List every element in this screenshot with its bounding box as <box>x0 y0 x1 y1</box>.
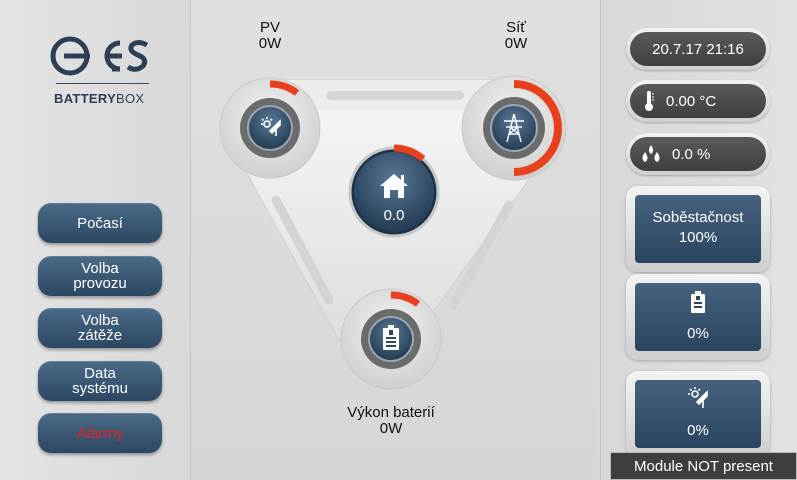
battery-icon <box>383 325 399 350</box>
datetime-pill: 20.7.17 21:16 <box>626 28 770 70</box>
nav-weather-button[interactable]: Počasí <box>38 203 162 243</box>
sidebar: BATTERYBOX Počasí Volba provozu Volba zá… <box>0 0 191 480</box>
self-sufficiency-value: 100% <box>678 229 718 246</box>
nav-alarms-button[interactable]: Alarmy <box>38 413 162 453</box>
battery-level-icon <box>691 291 705 313</box>
battery-node[interactable] <box>340 288 442 390</box>
temperature-text: 0.00 °C <box>666 92 717 110</box>
energy-flow-panel: PV 0W Síť 0W Výkon baterií 0W 0.0 <box>191 0 599 480</box>
pv-node[interactable] <box>219 77 321 179</box>
humidity-text: 0.0 % <box>672 145 711 163</box>
flow-diagram: 0.0 <box>219 75 567 390</box>
home-node[interactable]: 0.0 <box>348 144 440 238</box>
thermometer-icon <box>645 91 654 111</box>
status-panel: 20.7.17 21:16 0.00 °C 0.0 % Soběstačnost <box>600 0 797 480</box>
self-sufficiency-card: Soběstačnost 100% <box>626 186 770 272</box>
pv-level-value: 0% <box>687 422 709 439</box>
module-status-text: Module NOT present <box>634 457 773 475</box>
nav-operation-mode-button[interactable]: Volba provozu <box>38 256 162 296</box>
temperature-pill: 0.00 °C <box>626 80 770 122</box>
self-sufficiency-title: Soběstačnost <box>652 209 744 226</box>
battery-level-value: 0% <box>687 325 709 342</box>
pv-grid-connector <box>326 91 464 100</box>
nav-system-data-button[interactable]: Data systému <box>38 361 162 401</box>
battery-level-card: 0% <box>626 274 770 360</box>
grid-node[interactable] <box>461 75 567 181</box>
nav-load-selection-button[interactable]: Volba zátěže <box>38 308 162 348</box>
datetime-text: 20.7.17 21:16 <box>652 40 744 58</box>
module-status-bar: Module NOT present <box>610 452 797 480</box>
solar-panel-icon <box>688 387 708 408</box>
product-name: BATTERYBOX <box>54 91 145 106</box>
pv-level-card: 0% <box>626 371 770 457</box>
logo-divider <box>56 83 149 84</box>
home-value: 0.0 <box>384 207 405 224</box>
ges-logo-icon <box>50 36 149 76</box>
humidity-pill: 0.0 % <box>626 133 770 175</box>
water-drops-icon <box>642 145 660 162</box>
